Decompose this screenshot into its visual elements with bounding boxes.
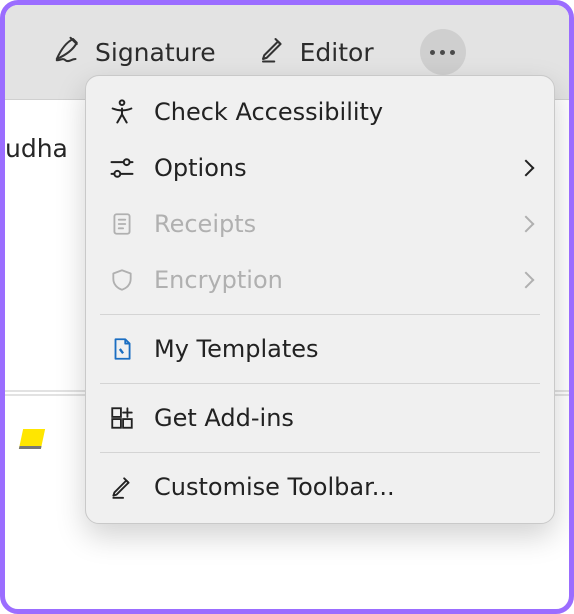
- menu-item-options[interactable]: Options: [86, 140, 554, 196]
- editor-label: Editor: [300, 38, 374, 67]
- menu-label: Get Add-ins: [154, 404, 532, 432]
- highlight-icon[interactable]: [19, 429, 45, 449]
- options-icon: [108, 154, 136, 182]
- menu-item-encryption: Encryption: [86, 252, 554, 308]
- menu-label: Check Accessibility: [154, 98, 532, 126]
- more-icon: [430, 50, 435, 55]
- menu-item-receipts: Receipts: [86, 196, 554, 252]
- menu-label: My Templates: [154, 335, 532, 363]
- dropdown-menu: Check Accessibility Options Receipts: [85, 75, 555, 524]
- background-text: udha: [5, 134, 68, 163]
- menu-item-addins[interactable]: Get Add-ins: [86, 390, 554, 446]
- customise-icon: [108, 473, 136, 501]
- templates-icon: [108, 335, 136, 363]
- signature-label: Signature: [95, 38, 216, 67]
- menu-separator: [100, 383, 540, 384]
- menu-item-customise[interactable]: Customise Toolbar...: [86, 459, 554, 515]
- menu-label: Options: [154, 154, 502, 182]
- menu-label: Encryption: [154, 266, 502, 294]
- chevron-right-icon: [518, 272, 535, 289]
- shield-icon: [108, 266, 136, 294]
- menu-label: Customise Toolbar...: [154, 473, 532, 501]
- menu-label: Receipts: [154, 210, 502, 238]
- menu-item-templates[interactable]: My Templates: [86, 321, 554, 377]
- signature-button[interactable]: Signature: [53, 34, 216, 70]
- receipts-icon: [108, 210, 136, 238]
- signature-icon: [53, 34, 83, 70]
- editor-button[interactable]: Editor: [258, 34, 374, 70]
- more-button[interactable]: [420, 29, 466, 75]
- chevron-right-icon: [518, 160, 535, 177]
- content-area: udha Check Accessibility Options: [5, 100, 569, 609]
- addins-icon: [108, 404, 136, 432]
- editor-icon: [258, 34, 288, 70]
- app-frame: Signature Editor udha: [0, 0, 574, 614]
- menu-separator: [100, 452, 540, 453]
- menu-separator: [100, 314, 540, 315]
- chevron-right-icon: [518, 216, 535, 233]
- menu-item-accessibility[interactable]: Check Accessibility: [86, 84, 554, 140]
- accessibility-icon: [108, 98, 136, 126]
